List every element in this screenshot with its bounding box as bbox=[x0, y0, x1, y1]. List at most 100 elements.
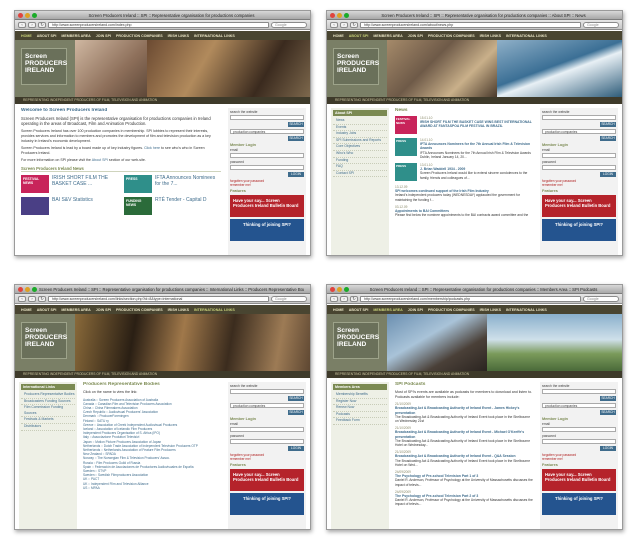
email-field[interactable] bbox=[542, 153, 616, 158]
back-arrow-icon[interactable]: ‹ bbox=[330, 21, 338, 28]
google-search-field[interactable]: Google bbox=[583, 295, 619, 302]
production-companies-select[interactable]: production companies bbox=[230, 403, 304, 408]
address-bar[interactable]: http://www.screenproducersireland.com/in… bbox=[48, 21, 269, 28]
zoom-icon[interactable] bbox=[344, 287, 349, 292]
left-menu-item-news[interactable]: News bbox=[333, 118, 387, 125]
news-item[interactable]: FESTIVAL NEWS IRISH SHORT FILM THE BASKE… bbox=[21, 174, 118, 193]
nav-join[interactable]: JOIN SPI bbox=[96, 308, 111, 312]
list-item[interactable]: US :: MPAA bbox=[83, 486, 221, 490]
left-menu-item-contact[interactable]: Contact SPI bbox=[333, 171, 387, 178]
left-menu-item-podcasts[interactable]: Podcasts bbox=[333, 412, 387, 419]
directory-search-button[interactable]: SEARCH bbox=[600, 136, 616, 141]
login-button[interactable]: LOGIN bbox=[600, 446, 616, 451]
google-search-field[interactable]: Google bbox=[271, 21, 307, 28]
nav-international-links[interactable]: INTERNATIONAL LINKS bbox=[194, 308, 235, 312]
nav-members[interactable]: MEMBERS AREA bbox=[61, 34, 90, 38]
title-bar[interactable]: Screen Producers Ireland :: SPI :: Repre… bbox=[327, 11, 622, 20]
podcast-item[interactable]: 24/09/2009 The Psychology of Pre-school T… bbox=[395, 470, 533, 487]
nav-production-companies[interactable]: PRODUCTION COMPANIES bbox=[116, 308, 163, 312]
news-row[interactable]: PRESS 14.01.10 IFTA Announces Nominees fo… bbox=[395, 138, 533, 159]
nav-join[interactable]: JOIN SPI bbox=[96, 34, 111, 38]
nav-join[interactable]: JOIN SPI bbox=[408, 34, 423, 38]
directory-search-button[interactable]: SEARCH bbox=[288, 136, 304, 141]
left-menu-item-broadcasters[interactable]: Broadcasters Funding Sources bbox=[21, 399, 75, 406]
news-row[interactable]: PRESS 13.01.10 J. Brian Waddell 1934 - 20… bbox=[395, 163, 533, 182]
login-button[interactable]: LOGIN bbox=[288, 172, 304, 177]
email-field[interactable] bbox=[230, 427, 304, 432]
nav-international-links[interactable]: INTERNATIONAL LINKS bbox=[194, 34, 235, 38]
join-spi-banner[interactable]: Thinking of joining SPI? bbox=[542, 219, 616, 241]
minimize-icon[interactable] bbox=[337, 13, 342, 18]
bulletin-board-banner[interactable]: Have your say... Screen Producers Irelan… bbox=[542, 469, 616, 491]
production-companies-select[interactable]: production companies bbox=[230, 129, 304, 134]
spi-logo[interactable]: Screen PRODUCERS IRELAND bbox=[21, 322, 67, 359]
spi-logo[interactable]: Screen PRODUCERS IRELAND bbox=[333, 322, 379, 359]
password-field[interactable] bbox=[230, 439, 304, 444]
bulletin-board-banner[interactable]: Have your say... Screen Producers Irelan… bbox=[230, 469, 304, 491]
remember-me-checkbox[interactable]: remember me! bbox=[230, 183, 304, 187]
left-menu-item-producers-bodies[interactable]: Producers Representative Bodies bbox=[21, 392, 75, 399]
reload-icon[interactable]: ↻ bbox=[38, 295, 46, 302]
remember-me-checkbox[interactable]: remember me! bbox=[230, 457, 304, 461]
forward-arrow-icon[interactable]: › bbox=[28, 295, 36, 302]
left-menu-item-feedback[interactable]: Feedback Form bbox=[333, 418, 387, 425]
nav-members[interactable]: MEMBERS AREA bbox=[373, 308, 402, 312]
left-menu-item-renew[interactable]: Renew Now bbox=[333, 405, 387, 412]
nav-home[interactable]: HOME bbox=[21, 34, 32, 38]
podcast-item[interactable]: 21/10/2009 Broadcasting Act & Broadcastin… bbox=[395, 450, 533, 467]
minimize-icon[interactable] bbox=[25, 287, 30, 292]
search-button[interactable]: SEARCH bbox=[288, 122, 304, 127]
join-spi-banner[interactable]: Thinking of joining SPI? bbox=[542, 493, 616, 515]
left-menu-item-faq[interactable]: FAQ bbox=[333, 164, 387, 171]
login-button[interactable]: LOGIN bbox=[600, 172, 616, 177]
back-arrow-icon[interactable]: ‹ bbox=[18, 21, 26, 28]
reload-icon[interactable]: ↻ bbox=[350, 21, 358, 28]
close-icon[interactable] bbox=[330, 13, 335, 18]
nav-about[interactable]: ABOUT SPI bbox=[37, 34, 57, 38]
nav-production-companies[interactable]: PRODUCTION COMPANIES bbox=[428, 34, 475, 38]
production-companies-select[interactable]: production companies bbox=[542, 129, 616, 134]
left-menu-item-distributors[interactable]: Distributors bbox=[21, 424, 75, 431]
search-button[interactable]: SEARCH bbox=[600, 122, 616, 127]
search-input[interactable] bbox=[230, 389, 304, 394]
remember-me-checkbox[interactable]: remember me! bbox=[542, 183, 616, 187]
password-field[interactable] bbox=[542, 439, 616, 444]
title-bar[interactable]: Screen Producers Ireland :: SPI :: Repre… bbox=[15, 11, 310, 20]
zoom-icon[interactable] bbox=[32, 13, 37, 18]
news-row[interactable]: 03.12.09 Appointments to BAI Committees Pl… bbox=[395, 205, 533, 218]
bulletin-board-banner[interactable]: Have your say... Screen Producers Irelan… bbox=[230, 195, 304, 217]
back-arrow-icon[interactable]: ‹ bbox=[330, 295, 338, 302]
close-icon[interactable] bbox=[18, 287, 23, 292]
left-menu-item-funding[interactable]: Funding bbox=[333, 158, 387, 165]
left-menu-item-events[interactable]: Events bbox=[333, 125, 387, 132]
production-companies-select[interactable]: production companies bbox=[542, 403, 616, 408]
address-bar[interactable]: http://www.screenproducersireland.com/me… bbox=[360, 295, 581, 302]
podcast-item[interactable]: 21/10/2009 Broadcasting Act & Broadcastin… bbox=[395, 426, 533, 447]
spi-logo[interactable]: Screen PRODUCERS IRELAND bbox=[21, 48, 67, 85]
left-menu-item-benefits[interactable]: Membership Benefits bbox=[333, 392, 387, 399]
reload-icon[interactable]: ↻ bbox=[350, 295, 358, 302]
directory-search-button[interactable]: SEARCH bbox=[288, 410, 304, 415]
zoom-icon[interactable] bbox=[32, 287, 37, 292]
nav-home[interactable]: HOME bbox=[21, 308, 32, 312]
close-icon[interactable] bbox=[330, 287, 335, 292]
nav-irish-links[interactable]: IRISH LINKS bbox=[168, 308, 189, 312]
left-menu-item-submissions[interactable]: SPI Submissions and Reports bbox=[333, 138, 387, 145]
directory-search-button[interactable]: SEARCH bbox=[600, 410, 616, 415]
search-input[interactable] bbox=[542, 389, 616, 394]
close-icon[interactable] bbox=[18, 13, 23, 18]
news-row[interactable]: FESTIVAL NEWS 15.01.10 IRISH SHORT FILM T… bbox=[395, 116, 533, 134]
minimize-icon[interactable] bbox=[25, 13, 30, 18]
nav-about[interactable]: ABOUT SPI bbox=[37, 308, 57, 312]
google-search-field[interactable]: Google bbox=[271, 295, 307, 302]
podcast-item[interactable]: 24/09/2009 The Psychology of Pre-school T… bbox=[395, 490, 533, 507]
title-bar[interactable]: Screen Producers Ireland :: SPI :: Repre… bbox=[15, 285, 310, 294]
login-button[interactable]: LOGIN bbox=[288, 446, 304, 451]
left-menu-item-festivals[interactable]: Festivals & Markets bbox=[21, 417, 75, 424]
address-bar[interactable]: http://www.screenproducersireland.com/li… bbox=[48, 295, 269, 302]
password-field[interactable] bbox=[230, 165, 304, 170]
nav-members[interactable]: MEMBERS AREA bbox=[61, 308, 90, 312]
email-field[interactable] bbox=[230, 153, 304, 158]
title-bar[interactable]: Screen Producers Ireland :: SPI :: Repre… bbox=[327, 285, 622, 294]
left-menu-item-whos-who[interactable]: Who's Who bbox=[333, 151, 387, 158]
